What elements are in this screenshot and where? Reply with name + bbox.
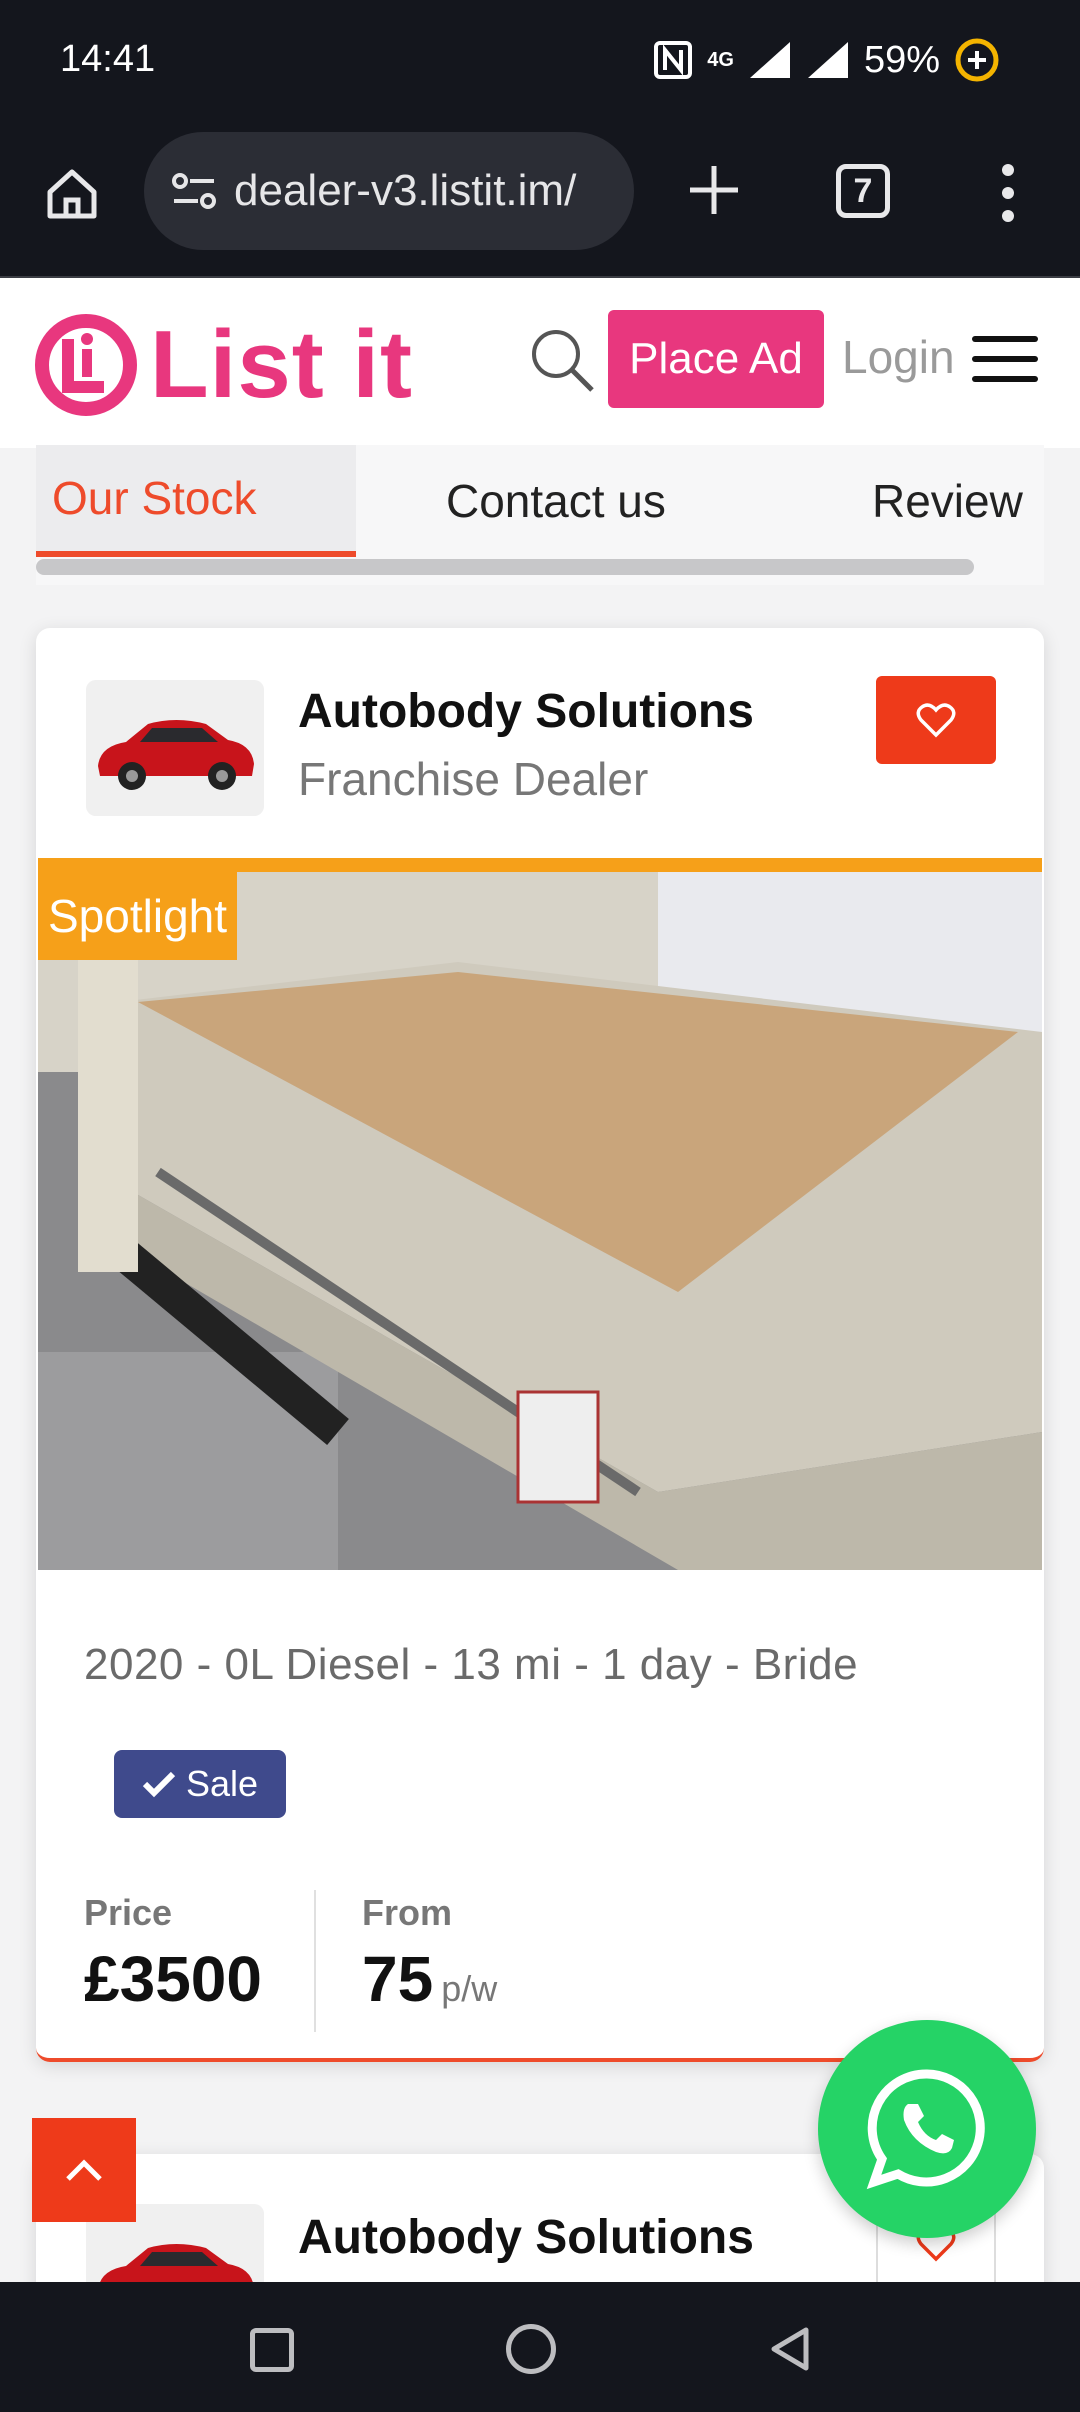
search-icon[interactable] xyxy=(526,324,596,394)
price-block: Price £3500 xyxy=(84,1892,262,2016)
back-icon[interactable] xyxy=(764,2324,814,2374)
recent-apps-button[interactable] xyxy=(250,2328,294,2372)
dealer-avatar xyxy=(86,680,264,816)
plus-icon xyxy=(690,166,738,214)
home-icon xyxy=(47,169,97,219)
listit-logo-icon xyxy=(35,314,137,416)
price-label: Price xyxy=(84,1892,173,1933)
browser-home-button[interactable] xyxy=(40,162,104,226)
menu-dot xyxy=(1002,187,1014,199)
site-settings-icon xyxy=(172,173,216,209)
listing-card-header: Autobody Solutions Franchise Dealer xyxy=(36,628,1044,858)
tab-our-stock[interactable]: Our Stock xyxy=(36,445,356,557)
from-value-row: 75 p/w xyxy=(362,1942,497,2016)
browser-toolbar: dealer-v3.listit.im/ 7 xyxy=(0,120,1080,278)
place-ad-button[interactable]: Place Ad xyxy=(608,310,824,408)
from-value: 75 xyxy=(362,1943,434,2015)
tab-contact-us[interactable]: Contact us xyxy=(446,445,666,557)
dealer-name-2[interactable]: Autobody Solutions xyxy=(298,2210,754,2265)
price-divider xyxy=(314,1890,316,2032)
menu-dot xyxy=(1002,210,1014,222)
sale-label: Sale xyxy=(186,1763,259,1804)
signal-icon xyxy=(749,42,790,78)
menu-dot xyxy=(1002,164,1014,176)
sale-badge: Sale xyxy=(114,1750,287,1818)
tabs-scrollbar[interactable] xyxy=(36,559,974,575)
spotlight-badge: Spotlight xyxy=(38,872,238,960)
check-icon xyxy=(142,1771,176,1798)
tab-switcher-button[interactable]: 7 xyxy=(836,164,890,218)
system-nav-bar xyxy=(0,2282,1080,2412)
chevron-up-icon xyxy=(66,2159,102,2181)
battery-saver-icon xyxy=(955,38,999,82)
dealer-name[interactable]: Autobody Solutions xyxy=(298,684,754,739)
price-value: £3500 xyxy=(84,1943,262,2015)
address-bar[interactable]: dealer-v3.listit.im/ xyxy=(144,132,634,250)
tab-review[interactable]: Review xyxy=(872,445,1023,557)
nfc-icon xyxy=(654,41,693,79)
browser-menu-button[interactable] xyxy=(990,158,1026,228)
dealer-type: Franchise Dealer xyxy=(298,753,649,805)
system-home-button[interactable] xyxy=(506,2324,556,2374)
status-bar: 14:41 4G 59% xyxy=(0,0,1080,120)
listit-logo[interactable]: List it xyxy=(34,310,413,420)
listing-card[interactable]: Autobody Solutions Franchise Dealer Spot… xyxy=(36,628,1044,2062)
whatsapp-button[interactable] xyxy=(818,2020,1036,2238)
site-header: List it Place Ad Login xyxy=(0,278,1080,448)
network-type: 4G xyxy=(707,48,734,71)
whatsapp-icon xyxy=(866,2069,985,2190)
login-link[interactable]: Login xyxy=(842,330,955,384)
listing-photo[interactable]: Spotlight xyxy=(38,858,1042,1570)
dealer-tabs: Our Stock Contact us Review xyxy=(36,445,1044,585)
favourite-button[interactable] xyxy=(876,676,996,764)
signal-icon-2 xyxy=(807,42,848,78)
hamburger-menu-icon[interactable] xyxy=(972,336,1038,382)
finance-block: From 75 p/w xyxy=(362,1892,497,2016)
battery-percent: 59% xyxy=(863,38,940,81)
from-unit: p/w xyxy=(441,1968,498,2009)
from-label: From xyxy=(362,1892,452,1933)
logo-text: List it xyxy=(150,311,413,418)
heart-icon xyxy=(916,703,956,738)
new-tab-button[interactable] xyxy=(680,156,748,224)
status-icons: 4G 59% xyxy=(653,34,1000,86)
status-time: 14:41 xyxy=(60,38,156,80)
url-text: dealer-v3.listit.im/ xyxy=(234,166,577,215)
listing-specs: 2020 - 0L Diesel - 13 mi - 1 day - Bride xyxy=(84,1640,859,1689)
red-car-image xyxy=(86,680,264,816)
scroll-to-top-button[interactable] xyxy=(32,2118,136,2222)
cnc-machine-image xyxy=(38,872,1042,1570)
